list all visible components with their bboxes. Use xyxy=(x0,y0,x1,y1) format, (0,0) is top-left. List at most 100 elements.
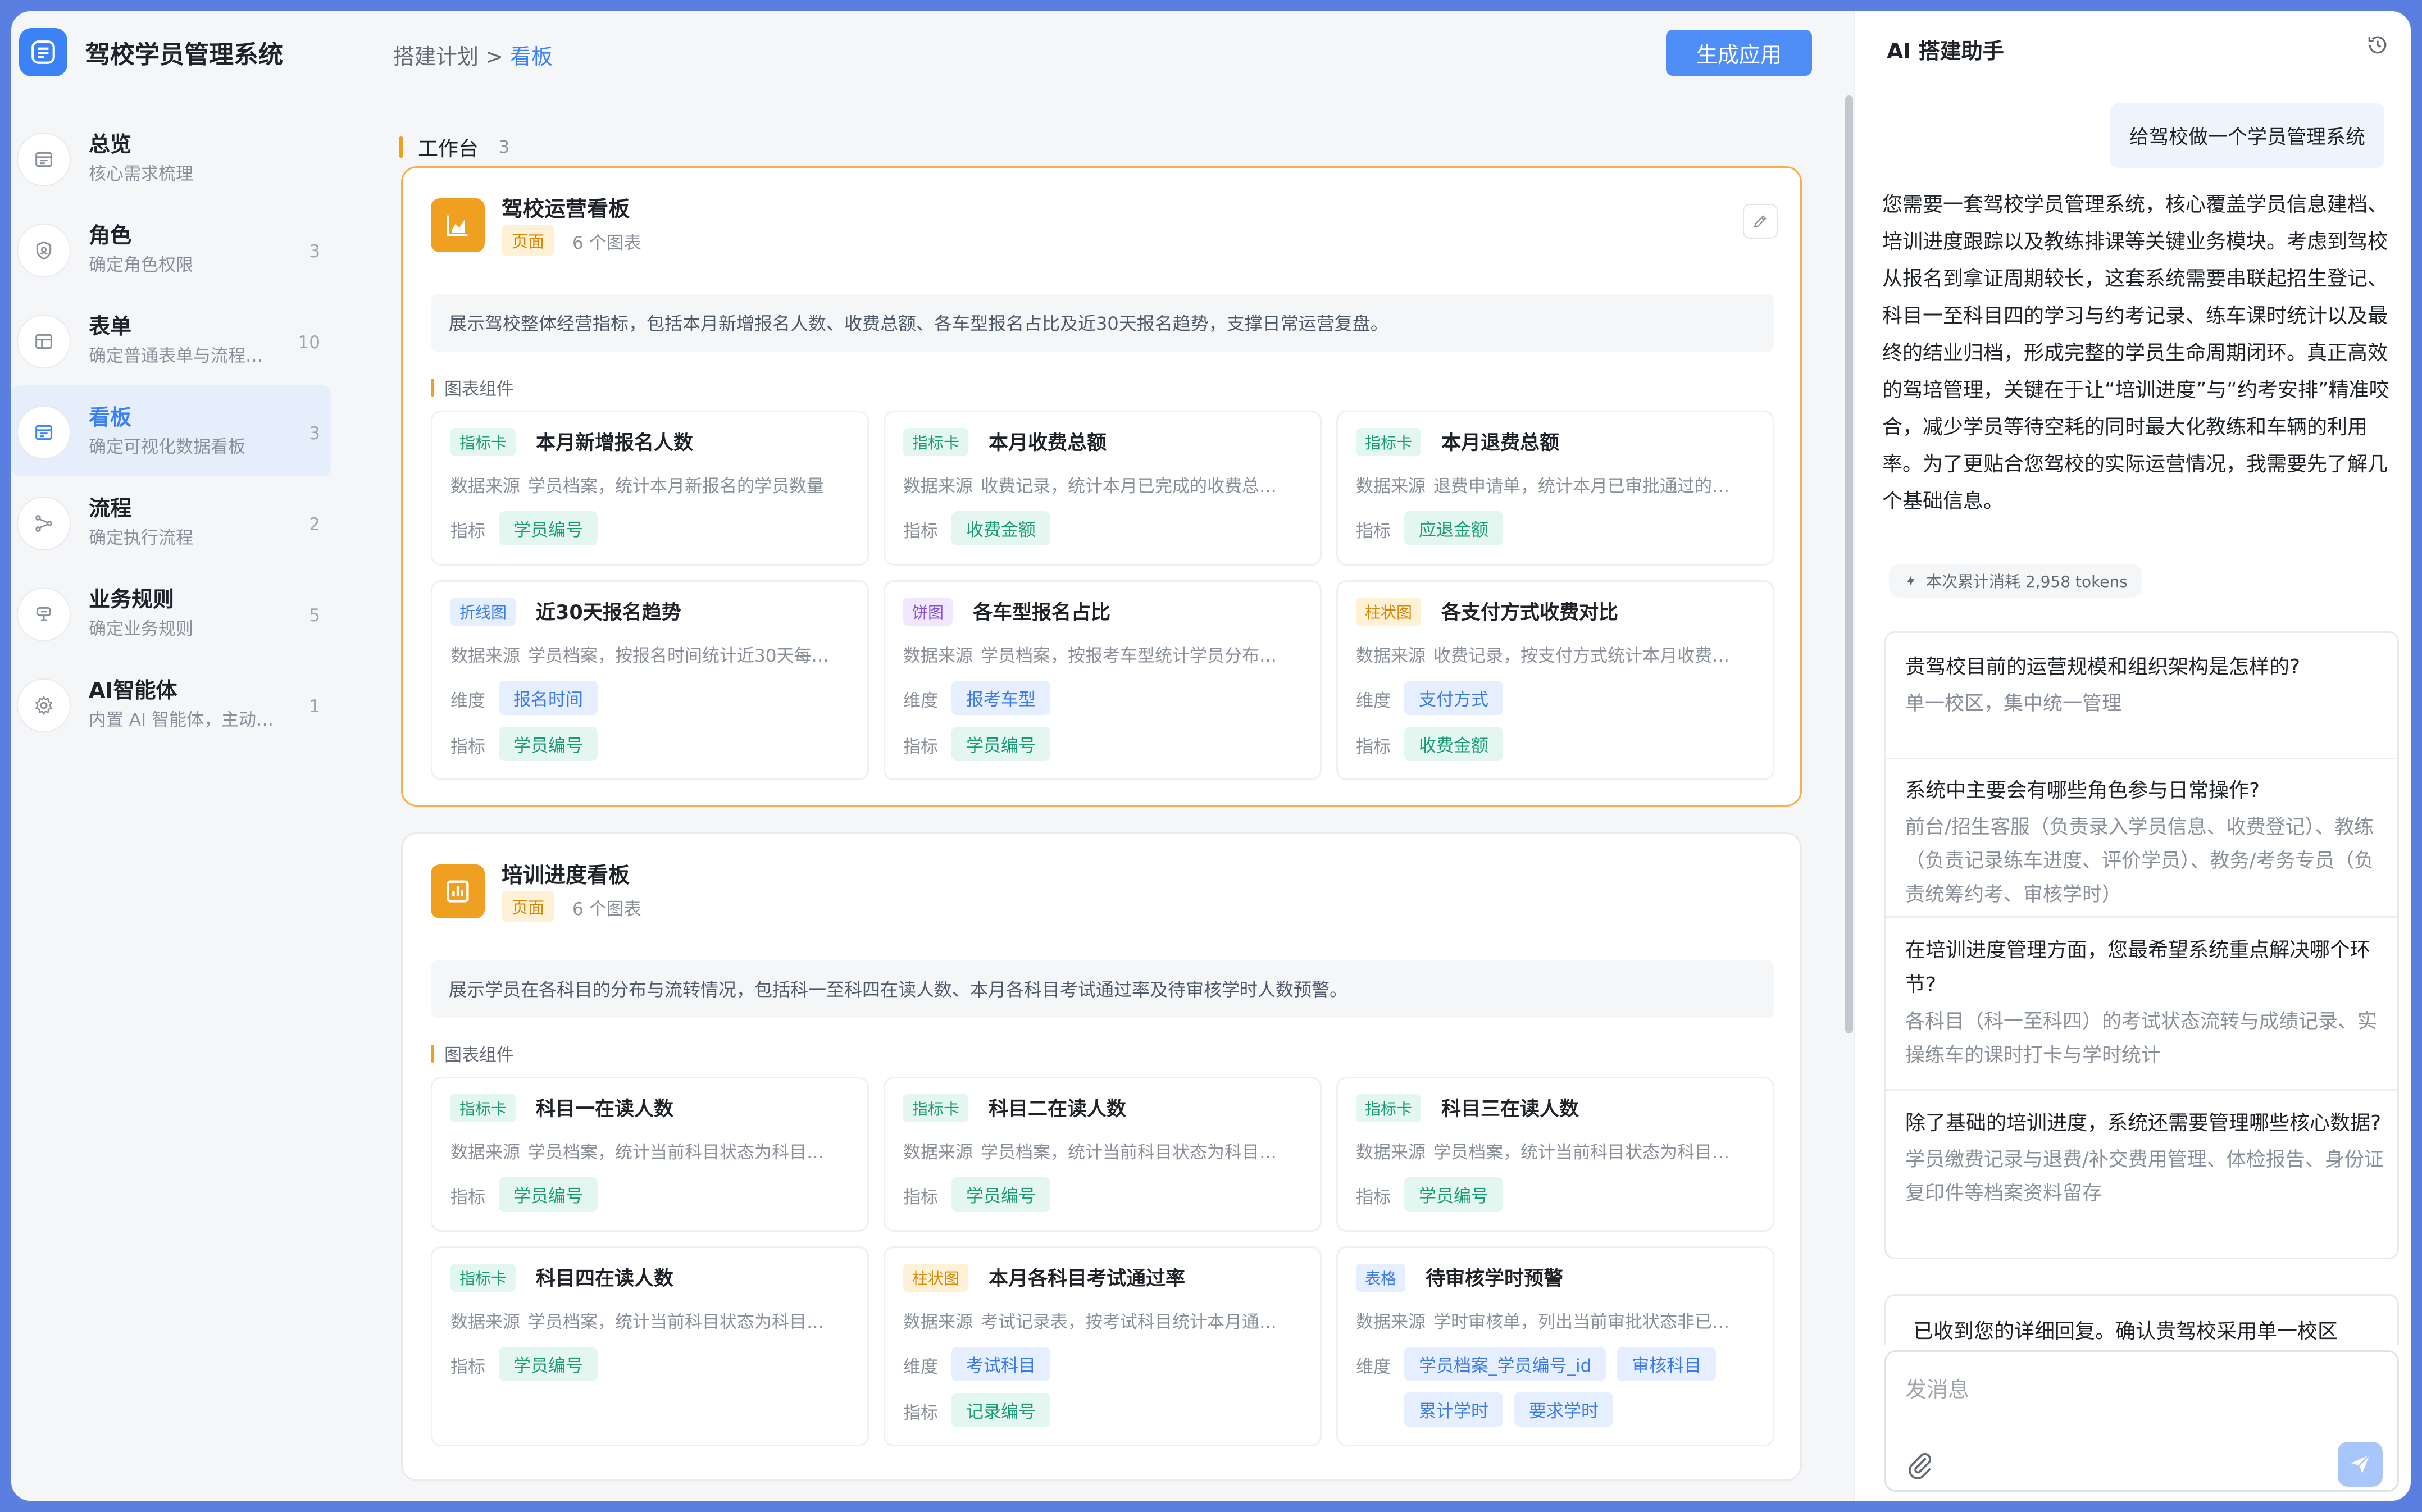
components-header: 图表组件 xyxy=(431,375,514,400)
board-card[interactable]: 驾校运营看板 页面 6 个图表 展示驾校整体经营指标，包括本月新增报名人数、收费… xyxy=(401,166,1802,807)
source-label: 数据来源 xyxy=(903,476,973,497)
sidebar-item-rules[interactable]: 业务规则 确定业务规则 5 xyxy=(11,567,331,658)
chart-type-tag: 柱状图 xyxy=(1356,598,1422,626)
field-row: 指标 学员编号 xyxy=(903,727,1308,761)
field-pill: 累计学时 xyxy=(1404,1392,1503,1427)
source-label: 数据来源 xyxy=(903,1312,973,1332)
field-row: 指标 收费金额 xyxy=(1356,727,1760,761)
message-input[interactable]: 发消息 xyxy=(1905,1372,1969,1403)
components-title: 图表组件 xyxy=(444,379,514,399)
field-row: 指标 收费金额 xyxy=(903,511,1308,545)
field-pill: 学员编号 xyxy=(499,727,598,761)
chart-card[interactable]: 指标卡 本月收费总额 数据来源 收费记录，统计本月已完成的收费总… 指标 收费金额 xyxy=(884,411,1322,566)
chart-card[interactable]: 指标卡 科目三在读人数 数据来源 学员档案，统计当前科目状态为科目… 指标 学员编… xyxy=(1336,1077,1774,1232)
scrollbar[interactable] xyxy=(1845,95,1853,1033)
breadcrumb-parent[interactable]: 搭建计划 > xyxy=(393,44,503,69)
dashboard-icon xyxy=(17,406,71,459)
sidebar-item-title: 总览 xyxy=(89,132,132,157)
qa-item: 除了基础的培训进度，系统还需要管理哪些核心数据? 学员缴费记录与退费/补交费用管… xyxy=(1905,1106,2386,1210)
source-label: 数据来源 xyxy=(903,646,973,666)
sidebar-item-dashboard[interactable]: 看板 确定可视化数据看板 3 xyxy=(11,385,331,476)
sidebar-item-count: 10 xyxy=(298,333,320,353)
divider xyxy=(1886,916,2397,918)
chart-card[interactable]: 指标卡 科目一在读人数 数据来源 学员档案，统计当前科目状态为科目… 指标 学员编… xyxy=(431,1077,869,1232)
sidebar-item-roles[interactable]: 角色 确定角色权限 3 xyxy=(11,203,331,294)
field-row: 维度 支付方式 xyxy=(1356,681,1760,715)
chart-source: 数据来源 学时审核单，列出当前审批状态非已… xyxy=(1356,1308,1760,1333)
chart-card[interactable]: 柱状图 本月各科目考试通过率 数据来源 考试记录表，按考试科目统计本月通… 维度 … xyxy=(884,1246,1322,1446)
board-card[interactable]: 培训进度看板 页面 6 个图表 展示学员在各科目的分布与流转情况，包括科一至科四… xyxy=(401,832,1802,1481)
ai-message: 您需要一套驾校学员管理系统，核心覆盖学员信息建档、培训进度跟踪以及教练排课等关键… xyxy=(1882,193,2389,513)
source-text: 学员档案，统计当前科目状态为科目… xyxy=(981,1142,1277,1163)
chart-title: 科目四在读人数 xyxy=(536,1268,674,1290)
components-header: 图表组件 xyxy=(431,1041,514,1066)
chart-title: 待审核学时预警 xyxy=(1426,1268,1564,1290)
edit-board-button[interactable] xyxy=(1743,204,1778,239)
sidebar-item-flow[interactable]: 流程 确定执行流程 2 xyxy=(11,476,331,567)
chart-card[interactable]: 表格 待审核学时预警 数据来源 学时审核单，列出当前审批状态非已… 维度 学员档案… xyxy=(1336,1246,1774,1446)
qa-question: 在培训进度管理方面，您最希望系统重点解决哪个环节? xyxy=(1905,939,2371,996)
history-icon[interactable] xyxy=(2365,33,2390,57)
chart-card[interactable]: 柱状图 各支付方式收费对比 数据来源 收费记录，按支付方式统计本月收费… 维度 支… xyxy=(1336,580,1774,780)
field-row: 指标 学员编号 xyxy=(450,1177,855,1212)
field-pill: 学员编号 xyxy=(952,727,1050,761)
chart-type-tag: 指标卡 xyxy=(903,428,969,456)
field-row: 维度 学员档案_学员编号_id 审核科目 累计学时 要求学时 xyxy=(1356,1347,1760,1427)
sidebar-item-count: 3 xyxy=(309,423,320,444)
sidebar-item-title: 看板 xyxy=(89,405,132,430)
chart-source: 数据来源 学员档案，统计当前科目状态为科目… xyxy=(450,1138,855,1163)
chart-type-tag: 指标卡 xyxy=(450,1264,516,1292)
chart-source: 数据来源 学员档案，统计当前科目状态为科目… xyxy=(903,1138,1308,1163)
chart-title: 本月收费总额 xyxy=(989,432,1107,454)
chart-card[interactable]: 指标卡 本月退费总额 数据来源 退费申请单，统计本月已审批通过的… 指标 应退金额 xyxy=(1336,411,1774,566)
field-label: 指标 xyxy=(1356,737,1391,757)
field-label: 维度 xyxy=(1356,691,1391,711)
chart-card[interactable]: 饼图 各车型报名占比 数据来源 学员档案，按报考车型统计学员分布… 维度 报考车型… xyxy=(884,580,1322,780)
sidebar-item-forms[interactable]: 表单 确定普通表单与流程… 10 xyxy=(11,294,331,385)
chart-title: 各车型报名占比 xyxy=(973,602,1111,624)
app-title: 驾校学员管理系统 xyxy=(85,40,283,69)
field-pill: 应退金额 xyxy=(1404,511,1503,545)
brand: 驾校学员管理系统 xyxy=(19,27,283,78)
qa-summary-card: 贵驾校目前的运营规模和组织架构是怎样的? 单一校区，集中统一管理 系统中主要会有… xyxy=(1884,631,2399,1259)
chart-card[interactable]: 指标卡 科目四在读人数 数据来源 学员档案，统计当前科目状态为科目… 指标 学员编… xyxy=(431,1246,869,1446)
sub-accent-bar xyxy=(431,378,434,397)
divider xyxy=(1886,1089,2397,1091)
field-row: 指标 学员编号 xyxy=(450,1347,855,1381)
source-text: 学员档案，统计当前科目状态为科目… xyxy=(528,1312,824,1332)
chart-source: 数据来源 退费申请单，统计本月已审批通过的… xyxy=(1356,472,1760,497)
sidebar-item-sub: 确定可视化数据看板 xyxy=(89,437,245,457)
scrollbar-thumb[interactable] xyxy=(1845,95,1853,1033)
source-text: 学员档案，统计本月新报名的学员数量 xyxy=(528,476,824,497)
message-composer[interactable]: 发消息 xyxy=(1884,1350,2399,1492)
field-row: 维度 报名时间 xyxy=(450,681,855,715)
sidebar-item-sub: 确定业务规则 xyxy=(89,619,193,639)
chart-card[interactable]: 指标卡 本月新增报名人数 数据来源 学员档案，统计本月新报名的学员数量 指标 学员… xyxy=(431,411,869,566)
generate-app-button[interactable]: 生成应用 xyxy=(1666,30,1812,76)
app-window: 驾校学员管理系统 总览 核心需求梳理 角色 确定角色权限 3 表单 确定普通表单… xyxy=(11,11,2411,1501)
field-row: 指标 学员编号 xyxy=(1356,1177,1760,1212)
board-chart-count: 6 个图表 xyxy=(572,233,641,253)
sidebar-item-overview[interactable]: 总览 核心需求梳理 xyxy=(11,112,331,203)
send-button[interactable] xyxy=(2338,1442,2383,1487)
sidebar-item-ai-agent[interactable]: AI智能体 内置 AI 智能体，主动… 1 xyxy=(11,658,331,749)
field-pill: 学员编号 xyxy=(499,511,598,545)
chart-source: 数据来源 收费记录，按支付方式统计本月收费… xyxy=(1356,641,1760,667)
field-row: 维度 考试科目 xyxy=(903,1347,1308,1381)
source-text: 退费申请单，统计本月已审批通过的… xyxy=(1433,476,1729,497)
board-type-tag: 页面 xyxy=(502,225,555,256)
overview-icon xyxy=(17,133,71,186)
chart-card[interactable]: 指标卡 科目二在读人数 数据来源 学员档案，统计当前科目状态为科目… 指标 学员编… xyxy=(884,1077,1322,1232)
paperclip-icon[interactable] xyxy=(1904,1449,1936,1480)
chart-type-tag: 指标卡 xyxy=(1356,428,1422,456)
chart-title: 科目一在读人数 xyxy=(536,1098,674,1121)
chart-area-icon xyxy=(431,198,485,252)
source-label: 数据来源 xyxy=(450,1142,520,1163)
chart-card[interactable]: 折线图 近30天报名趋势 数据来源 学员档案，按报名时间统计近30天每… 维度 报… xyxy=(431,580,869,780)
chart-title: 各支付方式收费对比 xyxy=(1441,602,1619,624)
ai-assistant-panel: AI 搭建助手 给驾校做一个学员管理系统 您需要一套驾校学员管理系统，核心覆盖学… xyxy=(1854,11,2411,1501)
board-description: 展示驾校整体经营指标，包括本月新增报名人数、收费总额、各车型报名占比及近30天报… xyxy=(431,294,1774,352)
field-label: 指标 xyxy=(450,1187,485,1208)
token-usage-text: 本次累计消耗 2,958 tokens xyxy=(1926,572,2128,591)
sidebar-nav: 总览 核心需求梳理 角色 确定角色权限 3 表单 确定普通表单与流程… 10 看… xyxy=(11,112,331,749)
